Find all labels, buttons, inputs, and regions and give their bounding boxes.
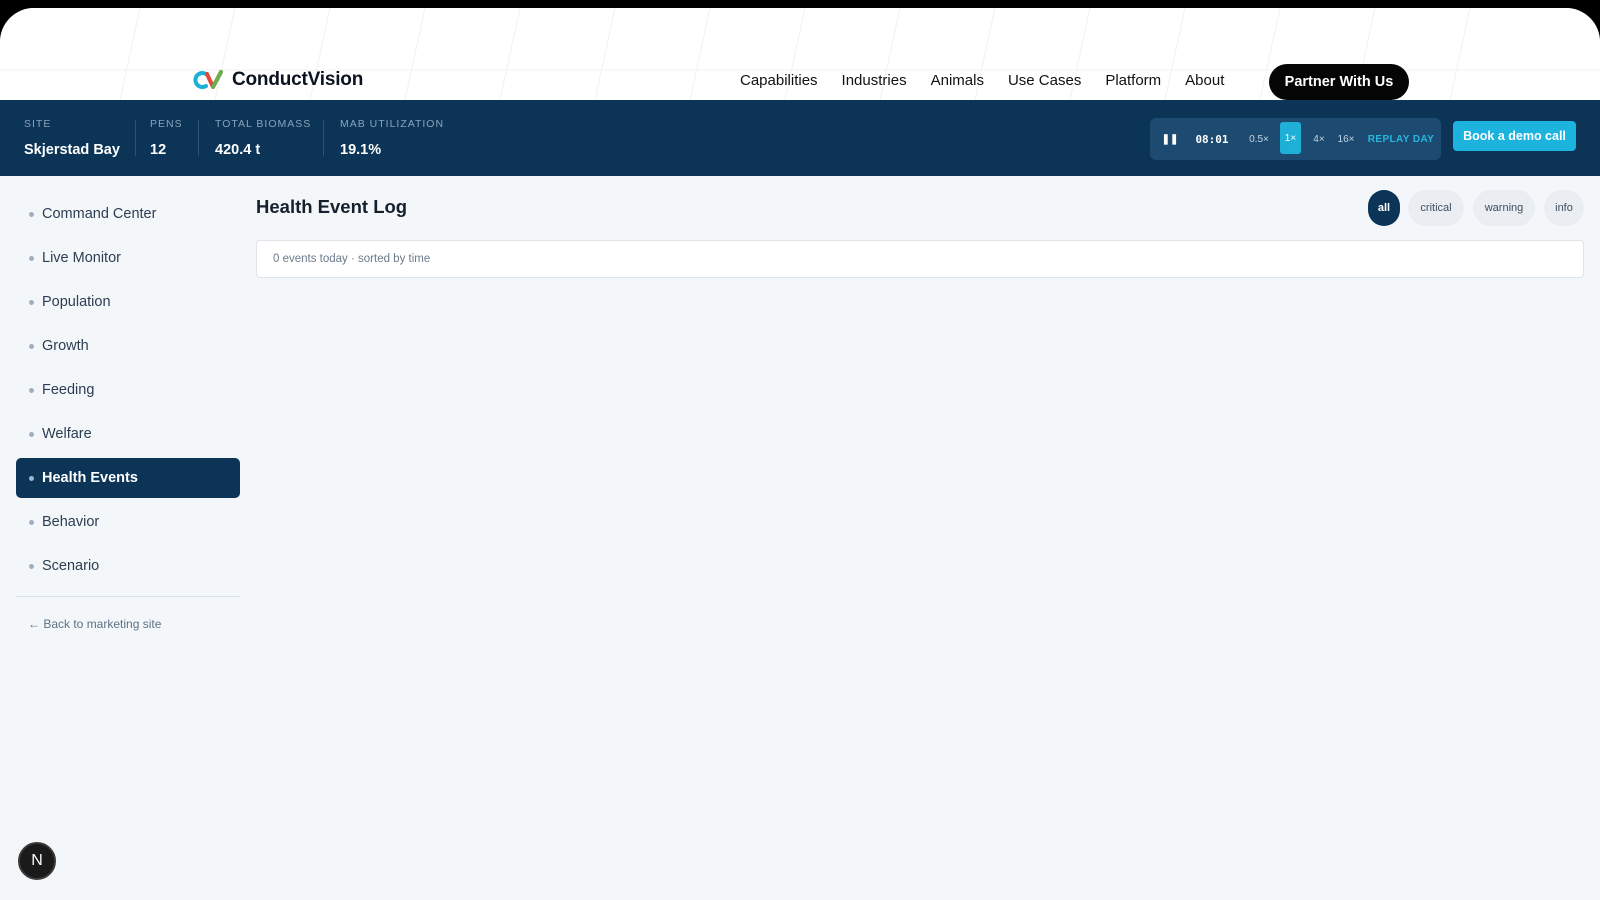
partner-with-us-button[interactable]: Partner With Us: [1269, 64, 1409, 100]
bullet-icon: [29, 212, 34, 217]
bullet-icon: [29, 344, 34, 349]
top-navigation: ConductVision Capabilities Industries An…: [0, 8, 1600, 100]
speed-1x-button[interactable]: 1×: [1280, 122, 1301, 154]
filter-warning[interactable]: warning: [1473, 190, 1535, 226]
nav-link-industries[interactable]: Industries: [842, 72, 907, 90]
replay-day-button[interactable]: REPLAY DAY: [1366, 118, 1436, 160]
bullet-icon: [29, 564, 34, 569]
sidebar-item-label: Growth: [42, 338, 89, 354]
speed-4x-button[interactable]: 4×: [1308, 118, 1330, 160]
nav-links: Capabilities Industries Animals Use Case…: [740, 72, 1224, 90]
event-summary: 0 events today · sorted by time: [273, 253, 431, 265]
filter-all[interactable]: all: [1368, 190, 1400, 226]
stat-label: Site: [24, 118, 52, 130]
sidebar-item-feeding[interactable]: Feeding: [16, 370, 240, 410]
event-log-panel: 0 events today · sorted by time: [256, 240, 1584, 278]
back-to-marketing-link[interactable]: ← Back to marketing site: [16, 617, 240, 631]
stat-value: 420.4 t: [215, 142, 261, 158]
speed-16x-button[interactable]: 16×: [1333, 118, 1359, 160]
sidebar-item-label: Command Center: [42, 206, 157, 222]
bullet-icon: [29, 256, 34, 261]
sidebar-divider: [16, 596, 240, 597]
sidebar-item-label: Health Events: [42, 470, 138, 486]
divider: [323, 120, 324, 156]
nav-link-platform[interactable]: Platform: [1105, 72, 1161, 90]
sidebar-item-live-monitor[interactable]: Live Monitor: [16, 238, 240, 278]
n-badge-icon[interactable]: N: [18, 842, 56, 880]
sidebar-item-label: Scenario: [42, 558, 100, 574]
sidebar-item-growth[interactable]: Growth: [16, 326, 240, 366]
pause-icon[interactable]: ❚❚: [1162, 118, 1179, 160]
nav-link-about[interactable]: About: [1185, 72, 1224, 90]
app-frame: ConductVision Capabilities Industries An…: [0, 8, 1600, 900]
stat-mab-utilization: MAB Utilization 19.1%: [340, 118, 444, 158]
brand-name: ConductVision: [232, 69, 364, 90]
stat-label: Pens: [150, 118, 183, 130]
bullet-icon: [29, 300, 34, 305]
sidebar-item-label: Behavior: [42, 514, 100, 530]
stat-label: MAB Utilization: [340, 118, 445, 130]
page-title: Health Event Log: [256, 196, 408, 217]
nav-link-animals[interactable]: Animals: [931, 72, 984, 90]
bullet-icon: [29, 388, 34, 393]
cv-logo-icon: [193, 70, 223, 89]
sidebar-item-label: Feeding: [42, 382, 95, 398]
sidebar-item-population[interactable]: Population: [16, 282, 240, 322]
sidebar-item-label: Live Monitor: [42, 250, 121, 266]
stat-value: Skjerstad Bay: [24, 142, 120, 158]
stat-pens: Pens 12: [150, 118, 183, 158]
badge-letter: N: [31, 852, 43, 869]
sidebar-item-command-center[interactable]: Command Center: [16, 194, 240, 234]
nav-link-capabilities[interactable]: Capabilities: [740, 72, 818, 90]
stat-value: 12: [150, 142, 167, 158]
stat-total-biomass: Total Biomass 420.4 t: [215, 118, 311, 158]
playback-time: 08:01: [1195, 132, 1229, 146]
brand-logo[interactable]: ConductVision: [192, 66, 363, 94]
divider: [135, 120, 136, 156]
stat-label: Total Biomass: [215, 118, 312, 130]
sidebar-item-health-events[interactable]: Health Events: [16, 458, 240, 498]
bullet-icon: [29, 432, 34, 437]
bullet-icon: [29, 476, 34, 481]
sidebar-item-behavior[interactable]: Behavior: [16, 502, 240, 542]
sidebar-item-label: Population: [42, 294, 111, 310]
sidebar-item-label: Welfare: [42, 426, 92, 442]
sidebar-item-scenario[interactable]: Scenario: [16, 546, 240, 586]
stat-site: Site Skjerstad Bay: [24, 118, 120, 158]
divider: [198, 120, 199, 156]
sidebar: Command Center Live Monitor Population G…: [16, 194, 240, 631]
filter-info[interactable]: info: [1544, 190, 1584, 226]
playback-controls: ❚❚ 08:01 0.5× 1× 4× 16× REPLAY DAY: [1150, 118, 1441, 160]
speed-0-5x-button[interactable]: 0.5×: [1246, 118, 1272, 160]
sidebar-item-welfare[interactable]: Welfare: [16, 414, 240, 454]
site-stats-bar: Site Skjerstad Bay Pens 12 Total Biomass…: [0, 100, 1600, 176]
filter-critical[interactable]: critical: [1408, 190, 1464, 226]
nav-link-use-cases[interactable]: Use Cases: [1008, 72, 1081, 90]
stat-value: 19.1%: [340, 142, 382, 158]
bullet-icon: [29, 520, 34, 525]
book-demo-button[interactable]: Book a demo call: [1453, 121, 1576, 151]
